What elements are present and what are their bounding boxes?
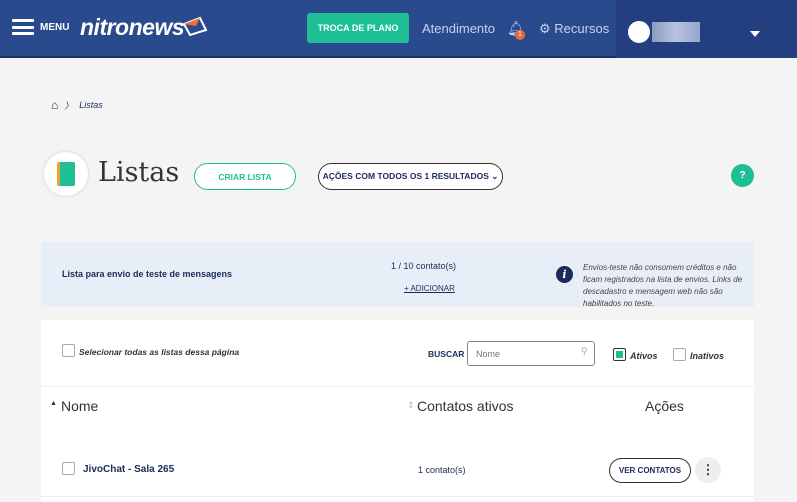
resources-link[interactable]: ⚙ Recursos (539, 21, 609, 37)
change-plan-button[interactable]: TROCA DE PLANO (307, 13, 409, 43)
row-contacts: 1 contato(s) (418, 465, 466, 475)
avatar[interactable] (628, 21, 650, 43)
row-checkbox[interactable] (62, 462, 75, 475)
sort-icon[interactable]: ⇕ (407, 400, 415, 411)
menu-button[interactable]: MENU (12, 19, 69, 35)
list-book-icon (44, 152, 88, 196)
select-all-checkbox[interactable] (62, 344, 75, 357)
sort-asc-icon[interactable]: ▲ (50, 400, 57, 407)
chevron-down-icon: ⌄ (491, 171, 499, 181)
page-title: Listas (98, 157, 180, 188)
search-input[interactable] (467, 341, 595, 366)
divider (41, 496, 754, 497)
create-list-button[interactable]: CRIAR LISTA (194, 163, 296, 190)
breadcrumb-sep: 〉 (64, 100, 74, 111)
top-bar: MENU nitronews TROCA DE PLANO Atendiment… (0, 0, 797, 58)
gears-icon: ⚙ (539, 21, 551, 36)
header-contacts[interactable]: Contatos ativos (417, 398, 514, 414)
menu-label: MENU (40, 21, 70, 33)
select-all-label: Selecionar todas as listas dessa página (79, 347, 240, 357)
envelope-logo-icon (182, 16, 208, 36)
home-icon[interactable]: ⌂ (51, 98, 58, 112)
test-list-panel: Lista para envio de teste de mensagens 1… (41, 242, 754, 308)
view-contacts-button[interactable]: VER CONTATOS (609, 458, 691, 483)
support-link[interactable]: Atendimento (422, 21, 495, 36)
breadcrumb: ⌂ 〉 Listas (51, 98, 103, 112)
username-blurred (652, 22, 700, 42)
notification-badge: 1 (515, 30, 525, 40)
resources-label: Recursos (554, 21, 610, 36)
search-label: BUSCAR (428, 349, 465, 359)
test-info-text: Envios-teste não consomem créditos e não… (583, 263, 743, 308)
row-name[interactable]: JivoChat - Sala 265 (83, 464, 174, 475)
lists-card: Selecionar todas as listas dessa página … (41, 320, 754, 502)
bulk-actions-label: AÇÕES COM TODOS OS 1 RESULTADOS (322, 171, 489, 181)
logo[interactable]: nitronews (80, 14, 185, 41)
inactive-label: Inativos (690, 351, 725, 361)
inactive-checkbox[interactable] (673, 348, 686, 361)
add-contact-link[interactable]: + ADICIONAR (404, 284, 455, 293)
more-options-icon[interactable]: ⋮ (695, 457, 721, 483)
bulk-actions-dropdown[interactable]: AÇÕES COM TODOS OS 1 RESULTADOS ⌄ (318, 163, 503, 190)
info-icon: i (556, 266, 573, 283)
search-icon: ⚲ (581, 346, 588, 356)
hamburger-icon (12, 19, 34, 35)
active-label: Ativos (630, 351, 658, 361)
divider (41, 386, 754, 387)
help-button[interactable]: ? (731, 164, 754, 187)
caret-down-icon[interactable] (750, 31, 760, 37)
test-list-name: Lista para envio de teste de mensagens (62, 269, 233, 279)
breadcrumb-current: Listas (79, 100, 103, 110)
header-name[interactable]: Nome (61, 398, 98, 414)
active-checkbox[interactable] (613, 348, 626, 361)
test-list-count: 1 / 10 contato(s) (391, 261, 457, 271)
header-actions: Ações (645, 398, 684, 414)
